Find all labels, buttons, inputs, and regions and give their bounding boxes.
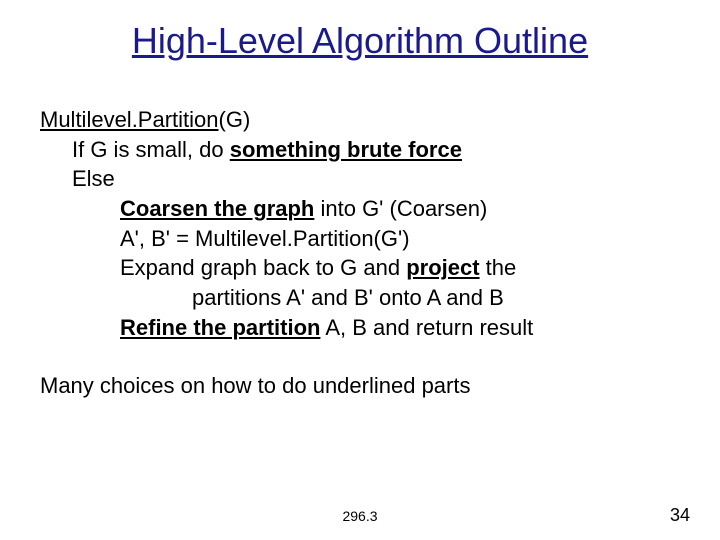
fn-arg: G: [226, 107, 243, 132]
algo-refine-line: Refine the partition A, B and return res…: [40, 313, 680, 343]
refine-rest: A, B and return result: [320, 315, 533, 340]
algo-coarsen-line: Coarsen the graph into G' (Coarsen): [40, 194, 680, 224]
coarsen-bold: Coarsen the graph: [120, 196, 314, 221]
fn-arg-close: ): [243, 107, 250, 132]
algo-expand-line2: partitions A' and B' onto A and B: [40, 283, 680, 313]
slide-body: Multilevel.Partition(G) If G is small, d…: [40, 105, 680, 400]
if-bold: something brute force: [230, 137, 462, 162]
slide: High-Level Algorithm Outline Multilevel.…: [0, 0, 720, 540]
algo-else-line: Else: [40, 164, 680, 194]
refine-bold: Refine the partition: [120, 315, 320, 340]
if-prefix: If G is small, do: [72, 137, 230, 162]
fn-name: Multilevel.Partition: [40, 107, 219, 132]
coarsen-rest: into G' (Coarsen): [314, 196, 487, 221]
slide-number: 34: [670, 505, 690, 526]
algo-recurse-line: A', B' = Multilevel.Partition(G'): [40, 224, 680, 254]
footer-text: 296.3: [0, 508, 720, 524]
fn-arg-open: (: [219, 107, 226, 132]
slide-title: High-Level Algorithm Outline: [0, 20, 720, 62]
algo-if-line: If G is small, do something brute force: [40, 135, 680, 165]
expand-suffix: the: [480, 255, 517, 280]
expand-prefix: Expand graph back to G and: [120, 255, 406, 280]
project-bold: project: [406, 255, 479, 280]
algo-fn-line: Multilevel.Partition(G): [40, 105, 680, 135]
algo-expand-line1: Expand graph back to G and project the: [40, 253, 680, 283]
closing-line: Many choices on how to do underlined par…: [40, 371, 680, 401]
